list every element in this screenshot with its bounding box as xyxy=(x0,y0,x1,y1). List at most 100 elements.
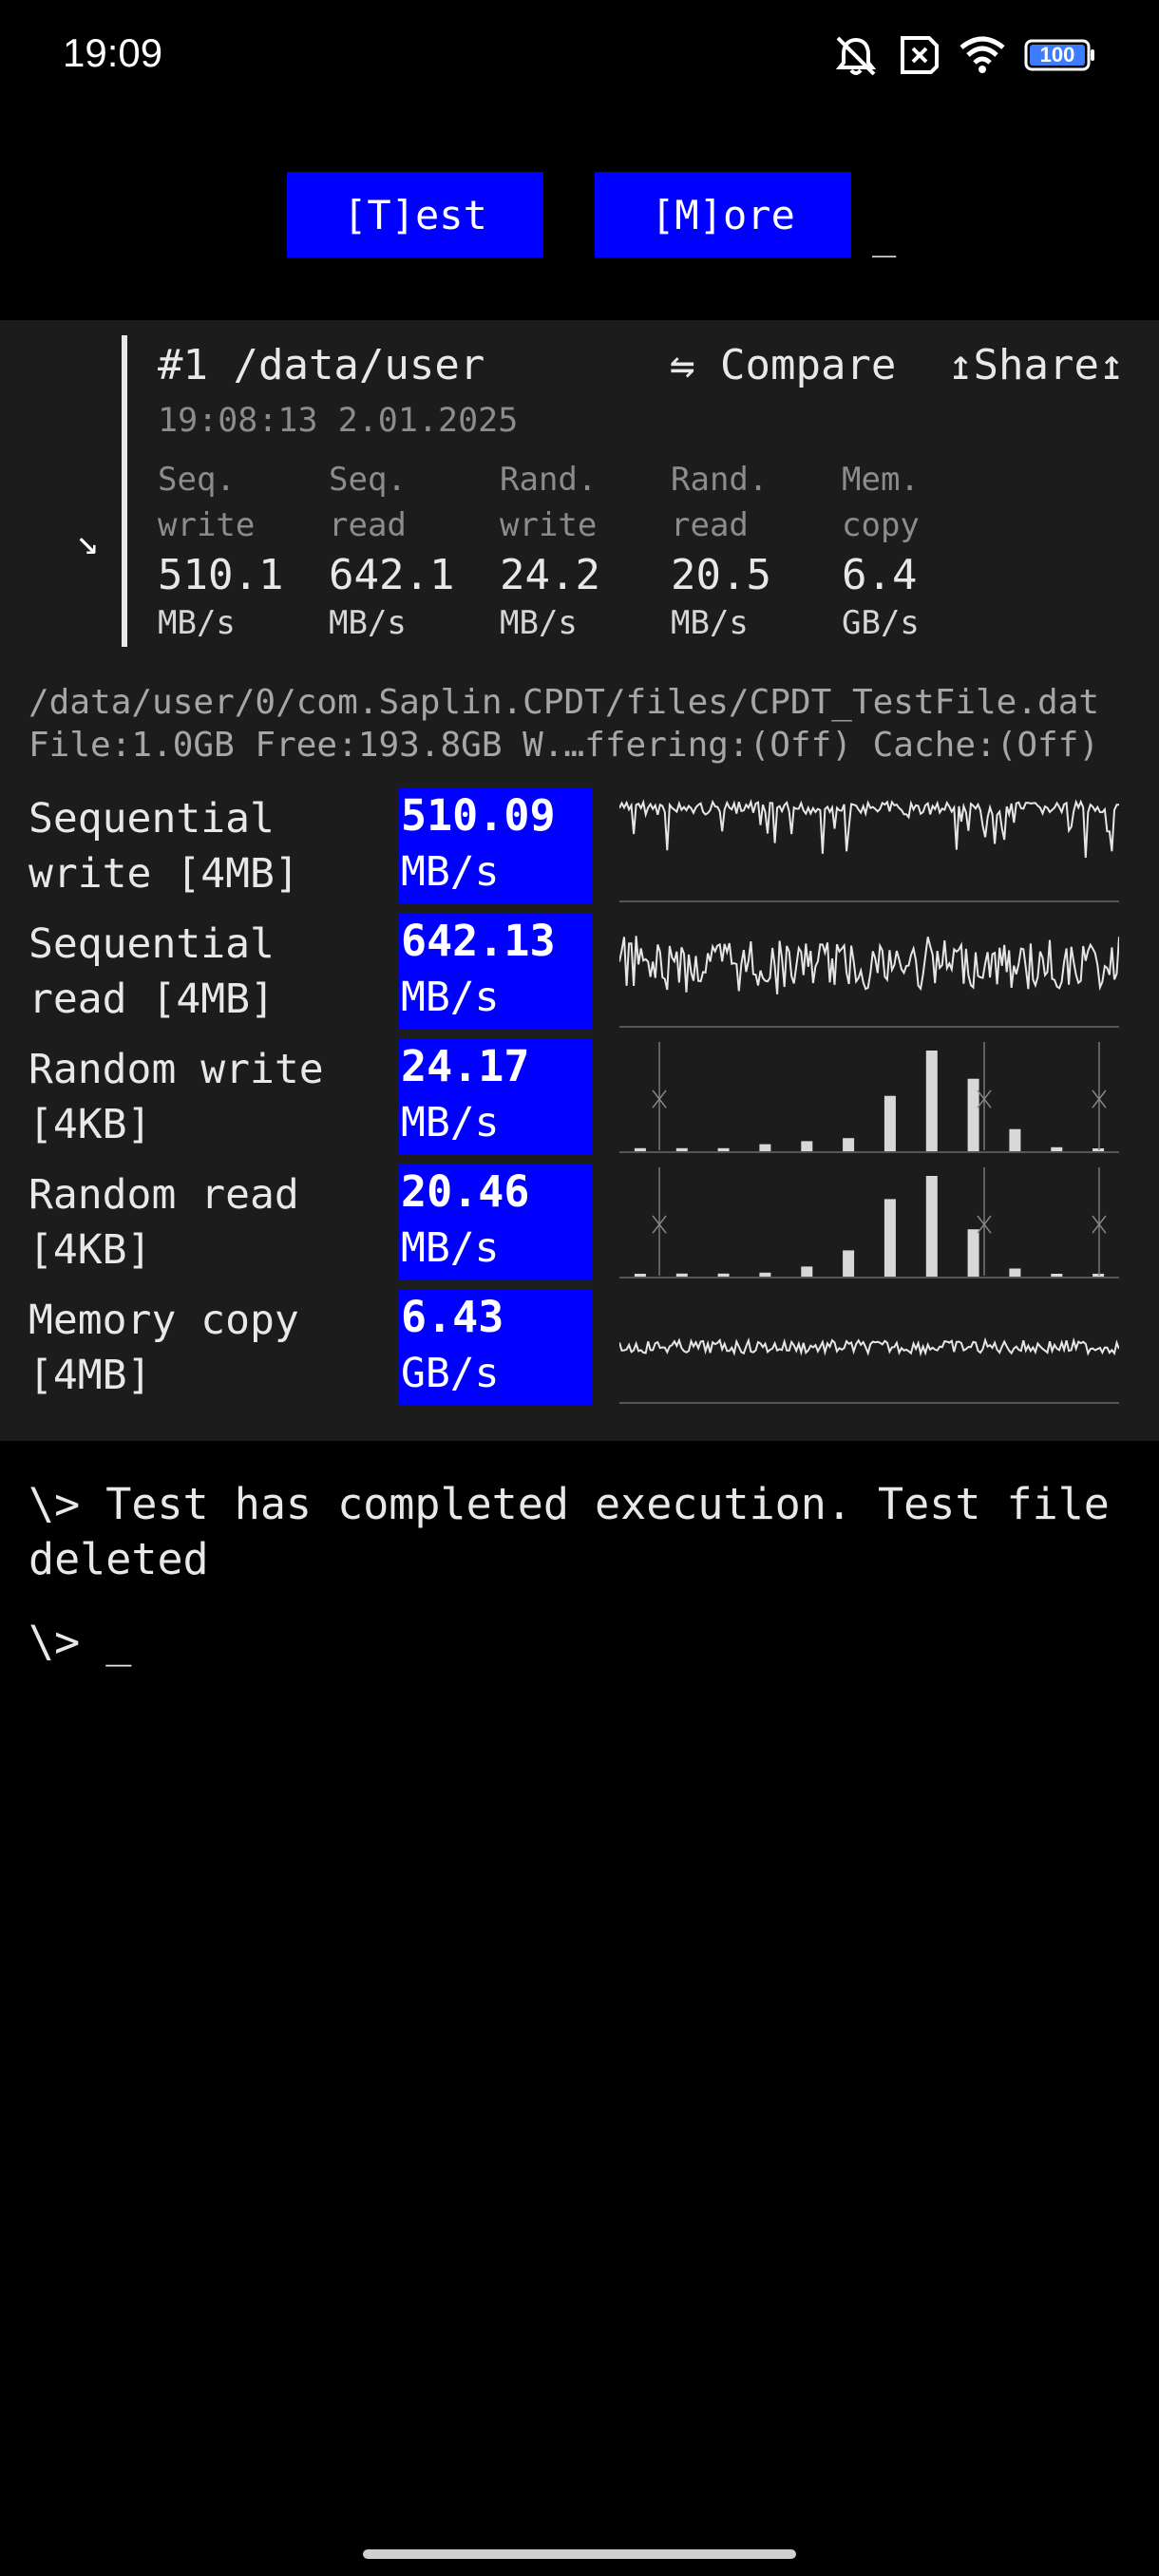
test-speed-box: 642.13 MB/s xyxy=(399,913,593,1029)
graph-bar xyxy=(675,1273,688,1277)
home-indicator[interactable] xyxy=(363,2549,796,2559)
summary-unit: MB/s xyxy=(329,604,407,642)
graph-bar xyxy=(717,1147,730,1151)
graph-bar xyxy=(1009,1268,1021,1277)
test-graph-mem-copy xyxy=(619,1336,1119,1404)
status-bar: 19:09 100 xyxy=(0,0,1159,114)
test-label: Random write [4KB] xyxy=(28,1046,324,1148)
graph-bar xyxy=(801,1141,813,1151)
graph-bar xyxy=(634,1147,646,1151)
battery-icon: 100 xyxy=(1024,38,1096,72)
test-label: Random read [4KB] xyxy=(28,1171,299,1274)
summary-value: 6.4 xyxy=(842,551,918,599)
graph-bar xyxy=(884,1095,896,1151)
graph-bar xyxy=(967,1078,979,1151)
test-speed-unit: MB/s xyxy=(401,848,500,896)
test-speed-value: 20.46 xyxy=(401,1166,530,1217)
sim-x-icon xyxy=(899,34,940,76)
graph-bar xyxy=(1092,1148,1105,1151)
console-prompt[interactable]: \> _ xyxy=(28,1617,131,1667)
summary-label: Mem. copy xyxy=(842,461,920,544)
test-label: Sequential read [4MB] xyxy=(28,920,275,1023)
graph-bar xyxy=(759,1272,771,1277)
summary-table: Seq. write 510.1 MB/s Seq. read 642.1 MB… xyxy=(158,457,1013,645)
bell-muted-icon xyxy=(832,34,880,76)
test-row-rand-write: Random write [4KB] 24.17 MB/s xyxy=(0,1038,1159,1154)
expand-arrow-icon[interactable]: ↘ xyxy=(76,520,99,563)
battery-level: 100 xyxy=(1039,43,1075,66)
test-speed-box: 510.09 MB/s xyxy=(399,787,593,903)
graph-bar xyxy=(884,1199,896,1277)
test-speed-unit: MB/s xyxy=(401,974,500,1021)
summary-unit: MB/s xyxy=(671,604,749,642)
test-graph-rand-write xyxy=(619,1042,1119,1153)
graph-bar xyxy=(634,1274,646,1277)
summary-label: Seq. write xyxy=(158,461,256,544)
test-graph-seq-write xyxy=(619,798,1119,902)
more-button[interactable]: [M]ore xyxy=(595,172,851,257)
summary-mem-copy: Mem. copy 6.4 GB/s xyxy=(842,457,1013,645)
graph-bar xyxy=(925,1176,938,1277)
summary-rand-read: Rand. read 20.5 MB/s xyxy=(671,457,842,645)
test-button[interactable]: [T]est xyxy=(287,172,543,257)
graph-series-line xyxy=(619,798,1119,859)
history-scroll-bar[interactable] xyxy=(122,335,127,647)
test-speed-unit: GB/s xyxy=(401,1350,500,1397)
graph-bar xyxy=(843,1250,855,1277)
test-graph-seq-read xyxy=(619,936,1119,1028)
summary-value: 24.2 xyxy=(500,551,600,599)
test-speed-value: 24.17 xyxy=(401,1041,530,1091)
summary-label: Rand. read xyxy=(671,461,769,544)
graph-bar xyxy=(675,1147,688,1151)
test-file-info: File:1.0GB Free:193.8GB W.…ffering:(Off)… xyxy=(28,726,1100,765)
graph-series-line xyxy=(619,1336,1119,1357)
console-output: \> Test has completed execution. Test fi… xyxy=(28,1479,1110,1584)
test-graph-rand-read xyxy=(619,1167,1119,1279)
run-timestamp: 19:08:13 2.01.2025 xyxy=(158,402,519,440)
test-speed-unit: MB/s xyxy=(401,1099,500,1146)
summary-label: Seq. read xyxy=(329,461,407,544)
summary-seq-write: Seq. write 510.1 MB/s xyxy=(158,457,329,645)
test-speed-box: 24.17 MB/s xyxy=(399,1038,593,1154)
graph-bar xyxy=(759,1144,771,1151)
summary-unit: MB/s xyxy=(500,604,578,642)
share-button[interactable]: ↥Share↥ xyxy=(948,341,1124,389)
summary-seq-read: Seq. read 642.1 MB/s xyxy=(329,457,500,645)
summary-value: 642.1 xyxy=(329,551,455,599)
test-speed-value: 642.13 xyxy=(401,916,556,966)
test-label: Memory copy [4MB] xyxy=(28,1297,299,1399)
test-speed-box: 20.46 MB/s xyxy=(399,1164,593,1279)
test-row-rand-read: Random read [4KB] 20.46 MB/s xyxy=(0,1164,1159,1279)
graph-bar xyxy=(1051,1274,1063,1277)
test-speed-unit: MB/s xyxy=(401,1224,500,1272)
graph-bar xyxy=(843,1138,855,1151)
test-speed-value: 510.09 xyxy=(401,790,556,841)
wifi-icon xyxy=(960,36,1005,74)
results-panel: ↘ #1 /data/user ⇋ Compare ↥Share↥ 19:08:… xyxy=(0,320,1159,1441)
summary-value: 510.1 xyxy=(158,551,284,599)
toolbar-cursor: _ xyxy=(872,211,897,257)
compare-button[interactable]: ⇋ Compare xyxy=(670,341,896,389)
test-row-mem-copy: Memory copy [4MB] 6.43 GB/s xyxy=(0,1289,1159,1405)
run-title: #1 /data/user xyxy=(158,341,485,389)
status-icons: 100 xyxy=(832,34,1096,76)
graph-bar xyxy=(1009,1128,1021,1151)
summary-label: Rand. write xyxy=(500,461,598,544)
test-label: Sequential write [4MB] xyxy=(28,795,299,898)
graph-bar xyxy=(717,1273,730,1277)
graph-series-line xyxy=(619,936,1119,994)
main-toolbar: [T]est [M]ore xyxy=(287,172,851,257)
summary-value: 20.5 xyxy=(671,551,771,599)
test-speed-box: 6.43 GB/s xyxy=(399,1289,593,1405)
test-speed-value: 6.43 xyxy=(401,1292,504,1342)
summary-rand-write: Rand. write 24.2 MB/s xyxy=(500,457,671,645)
graph-bar xyxy=(1051,1146,1063,1151)
graph-bar xyxy=(967,1229,979,1277)
summary-unit: MB/s xyxy=(158,604,236,642)
graph-bar xyxy=(925,1051,938,1151)
summary-unit: GB/s xyxy=(842,604,920,642)
status-time: 19:09 xyxy=(63,30,163,75)
graph-bar xyxy=(801,1266,813,1277)
graph-bar xyxy=(1092,1274,1105,1277)
test-row-seq-write: Sequential write [4MB] 510.09 MB/s xyxy=(0,787,1159,903)
